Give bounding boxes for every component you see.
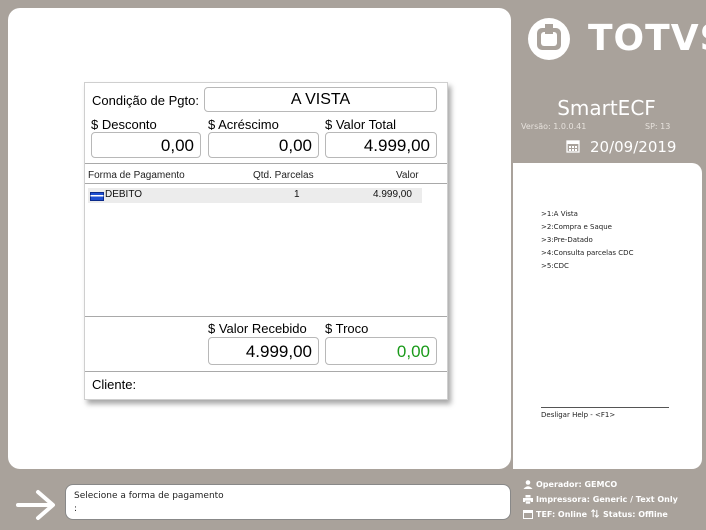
client-label: Cliente:: [92, 377, 137, 392]
arrow-right-icon: [16, 490, 55, 520]
divider: [85, 183, 447, 184]
calendar-icon: [566, 140, 580, 153]
received-label: $ Valor Recebido: [208, 321, 307, 336]
change-label: $ Troco: [325, 321, 369, 336]
col-header-method: Forma de Pagamento: [88, 170, 185, 181]
total-field[interactable]: 4.999,00: [325, 132, 437, 158]
divider: [85, 371, 447, 372]
menu-item[interactable]: >4:Consulta parcelas CDC: [541, 247, 633, 260]
message-prompt: Selecione a forma de pagamento: [74, 491, 224, 501]
payment-method-cell: DEBITO: [105, 189, 143, 200]
value-cell: 4.999,00: [373, 189, 412, 200]
shortcut-menu: >1:A Vista >2:Compra e Saque >3:Pre-Data…: [541, 208, 633, 273]
help-toggle[interactable]: Desligar Help - <F1>: [541, 411, 615, 419]
discount-label: $ Desconto: [91, 117, 157, 132]
tef-terminal-icon: [523, 510, 533, 519]
surcharge-label: $ Acréscimo: [208, 117, 279, 132]
payment-card: Condição de Pgto: A VISTA $ Desconto $ A…: [84, 82, 448, 400]
menu-item[interactable]: >3:Pre-Datado: [541, 234, 633, 247]
surcharge-field[interactable]: 0,00: [208, 132, 319, 158]
menu-item[interactable]: >5:CDC: [541, 260, 633, 273]
message-input[interactable]: :: [74, 504, 77, 514]
sp-label: SP: 13: [645, 122, 671, 131]
printer-status: Impressora: Generic / Text Only: [536, 495, 678, 504]
operator-status: Operador: GEMCO: [536, 480, 618, 489]
installments-cell: 1: [294, 189, 300, 200]
credit-card-icon: [90, 192, 104, 201]
col-header-installments: Qtd. Parcelas: [253, 170, 314, 181]
printer-icon: [523, 495, 533, 504]
user-icon: [523, 480, 533, 489]
help-panel: >1:A Vista >2:Compra e Saque >3:Pre-Data…: [511, 163, 702, 469]
version-label: Versão: 1.0.0.41: [521, 122, 587, 131]
brand-logo-text: TOTVS: [588, 18, 706, 59]
condition-field[interactable]: A VISTA: [204, 87, 437, 112]
date-display: 20/09/2019: [590, 138, 677, 156]
col-header-value: Valor: [396, 170, 419, 181]
menu-item[interactable]: >1:A Vista: [541, 208, 633, 221]
change-field[interactable]: 0,00: [325, 337, 437, 365]
condition-label: Condição de Pgto:: [92, 93, 199, 108]
connection-status: Status: Offline: [603, 510, 668, 519]
total-label: $ Valor Total: [325, 117, 397, 132]
app-name: SmartECF: [557, 96, 656, 120]
discount-field[interactable]: 0,00: [91, 132, 201, 158]
panel-divider: [511, 163, 513, 469]
menu-item[interactable]: >2:Compra e Saque: [541, 221, 633, 234]
tef-status: TEF: Online: [536, 510, 588, 519]
sync-arrows-icon: [591, 509, 599, 518]
divider: [85, 316, 447, 317]
help-divider: [541, 407, 669, 408]
message-box[interactable]: Selecione a forma de pagamento :: [65, 484, 511, 520]
received-field[interactable]: 4.999,00: [208, 337, 319, 365]
divider: [85, 163, 447, 164]
